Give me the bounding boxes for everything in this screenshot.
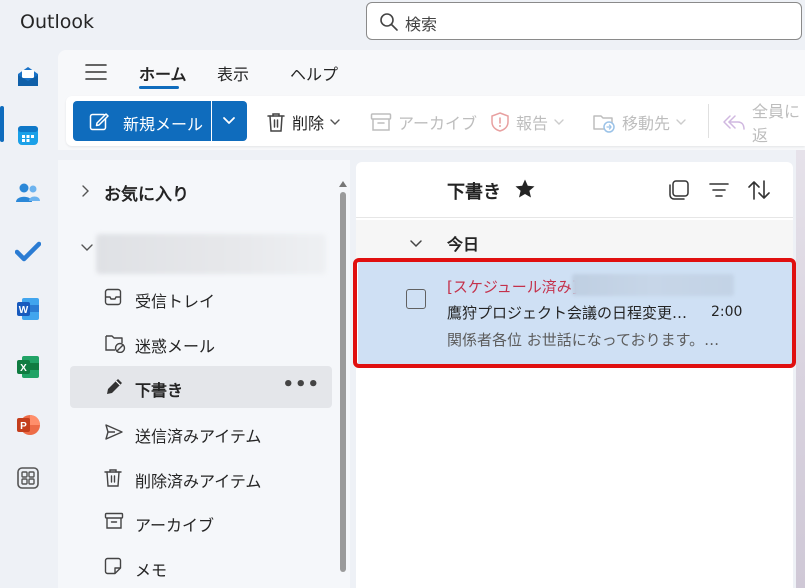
folder-deleted[interactable]: 削除済みアイテム <box>70 457 332 499</box>
chevron-down-icon <box>80 238 94 257</box>
favorites-header[interactable]: お気に入り <box>80 180 189 205</box>
mail-app-icon[interactable] <box>13 62 43 92</box>
word-app-icon[interactable]: W <box>13 294 43 324</box>
pencil-icon <box>104 377 124 397</box>
chevron-right-icon <box>80 183 90 202</box>
new-mail-label: 新規メール <box>123 115 204 134</box>
note-icon <box>104 557 122 575</box>
delete-button[interactable]: 削除 <box>266 108 340 136</box>
archive-icon <box>104 512 124 530</box>
trash-icon <box>266 111 286 133</box>
sort-icon[interactable] <box>747 179 771 205</box>
svg-text:P: P <box>20 421 27 432</box>
folder-move-icon <box>592 111 616 133</box>
chevron-down-icon <box>223 117 235 124</box>
chevron-down-icon <box>554 118 564 126</box>
people-app-icon[interactable] <box>13 178 43 208</box>
inbox-icon <box>104 288 122 306</box>
hamburger-menu-icon[interactable] <box>84 62 108 82</box>
folder-label: 下書き <box>135 381 184 400</box>
folder-drafts[interactable]: 下書き ••• <box>70 366 332 408</box>
tab-home-underline <box>139 86 179 89</box>
new-mail-button[interactable]: 新規メール <box>73 101 211 141</box>
tab-view[interactable]: 表示 <box>217 61 249 85</box>
chevron-down-icon <box>676 118 686 126</box>
toolbar-separator <box>708 104 709 138</box>
select-mode-icon[interactable] <box>668 179 690 205</box>
search-box[interactable]: 検索 <box>366 2 802 40</box>
archive-label: アーカイブ <box>398 114 478 133</box>
reply-all-button[interactable]: 全員に返 <box>722 102 805 145</box>
trash-icon <box>104 468 122 488</box>
chevron-down-icon <box>330 118 340 126</box>
folder-label: 削除済みアイテム <box>135 472 262 491</box>
list-title: 下書き <box>447 182 501 203</box>
excel-app-icon[interactable]: X <box>13 352 43 382</box>
account-name-redacted <box>96 234 326 274</box>
archive-button[interactable]: アーカイブ <box>370 108 477 136</box>
folder-sent[interactable]: 送信済みアイテム <box>70 412 332 454</box>
tab-help[interactable]: ヘルプ <box>290 61 338 85</box>
tab-home[interactable]: ホーム <box>139 61 187 85</box>
folder-notes[interactable]: メモ <box>70 546 332 588</box>
scroll-up-arrow-icon[interactable] <box>339 172 347 191</box>
svg-text:X: X <box>20 363 27 374</box>
star-icon[interactable] <box>514 178 536 204</box>
report-button[interactable]: 報告 <box>490 108 564 136</box>
reply-all-label: 全員に返 <box>752 102 801 145</box>
move-to-label: 移動先 <box>622 114 671 133</box>
compose-icon <box>89 113 109 131</box>
report-label: 報告 <box>516 114 549 133</box>
svg-text:W: W <box>19 305 29 316</box>
favorites-label: お気に入り <box>104 184 189 205</box>
todo-app-icon[interactable] <box>13 236 43 266</box>
account-expand[interactable] <box>80 238 94 257</box>
send-icon <box>104 423 124 441</box>
folder-scrollbar-thumb[interactable] <box>340 192 346 572</box>
more-options-icon[interactable]: ••• <box>282 374 320 395</box>
move-to-button[interactable]: 移動先 <box>592 108 686 136</box>
more-apps-icon[interactable] <box>13 463 43 493</box>
group-label: 今日 <box>447 235 480 254</box>
folder-label: 迷惑メール <box>135 337 216 356</box>
folder-archive[interactable]: アーカイブ <box>70 501 332 543</box>
powerpoint-app-icon[interactable]: P <box>13 410 43 440</box>
folder-label: 送信済みアイテム <box>135 427 262 446</box>
shield-icon <box>490 111 510 133</box>
folder-label: メモ <box>135 561 168 580</box>
rail-active-indicator <box>0 106 4 142</box>
highlight-box <box>353 258 796 368</box>
folder-junk[interactable]: 迷惑メール <box>70 322 332 364</box>
junk-folder-icon <box>104 333 126 353</box>
folder-label: 受信トレイ <box>135 292 216 311</box>
reply-all-icon <box>722 112 746 132</box>
folder-label: アーカイブ <box>135 516 215 535</box>
filter-icon[interactable] <box>708 181 730 203</box>
new-mail-dropdown-button[interactable] <box>212 101 247 141</box>
calendar-app-icon[interactable] <box>13 120 43 150</box>
archive-icon <box>370 112 392 132</box>
search-icon <box>379 12 399 36</box>
reading-pane-edge <box>796 150 805 588</box>
delete-label: 削除 <box>292 114 325 133</box>
app-title: Outlook <box>20 11 94 33</box>
folder-inbox[interactable]: 受信トレイ <box>70 277 332 319</box>
search-placeholder: 検索 <box>405 15 438 34</box>
chevron-down-icon[interactable] <box>409 234 423 253</box>
